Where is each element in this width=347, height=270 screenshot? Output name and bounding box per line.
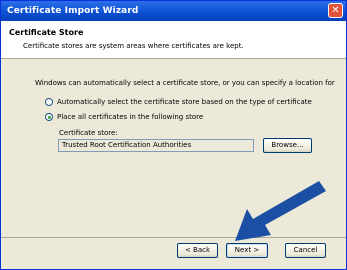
pointer-arrow-icon — [235, 181, 326, 241]
intro-text: Windows can automatically select a certi… — [35, 79, 335, 87]
radio-place-all[interactable]: Place all certificates in the following … — [45, 113, 203, 121]
wizard-header: Certificate Store Certificate stores are… — [1, 21, 346, 59]
back-button[interactable]: < Back — [177, 243, 218, 258]
radio-place-indicator[interactable] — [45, 113, 53, 121]
browse-button[interactable]: Browse... — [263, 138, 312, 153]
certificate-store-field: Trusted Root Certification Authorities — [58, 139, 254, 152]
window-title: Certificate Import Wizard — [7, 6, 139, 16]
certificate-store-label: Certificate store: — [59, 129, 118, 137]
wizard-window: Certificate Import Wizard ✕ Certificate … — [0, 0, 347, 270]
radio-place-label: Place all certificates in the following … — [57, 113, 204, 121]
close-icon: ✕ — [331, 5, 340, 16]
page-subtitle: Certificate stores are system areas wher… — [23, 42, 244, 50]
radio-auto-label: Automatically select the certificate sto… — [57, 98, 312, 106]
radio-auto-indicator[interactable] — [45, 98, 53, 106]
title-bar[interactable]: Certificate Import Wizard ✕ — [1, 1, 346, 21]
close-button[interactable]: ✕ — [328, 3, 343, 18]
radio-auto-select[interactable]: Automatically select the certificate sto… — [45, 98, 312, 106]
page-title: Certificate Store — [9, 28, 84, 37]
